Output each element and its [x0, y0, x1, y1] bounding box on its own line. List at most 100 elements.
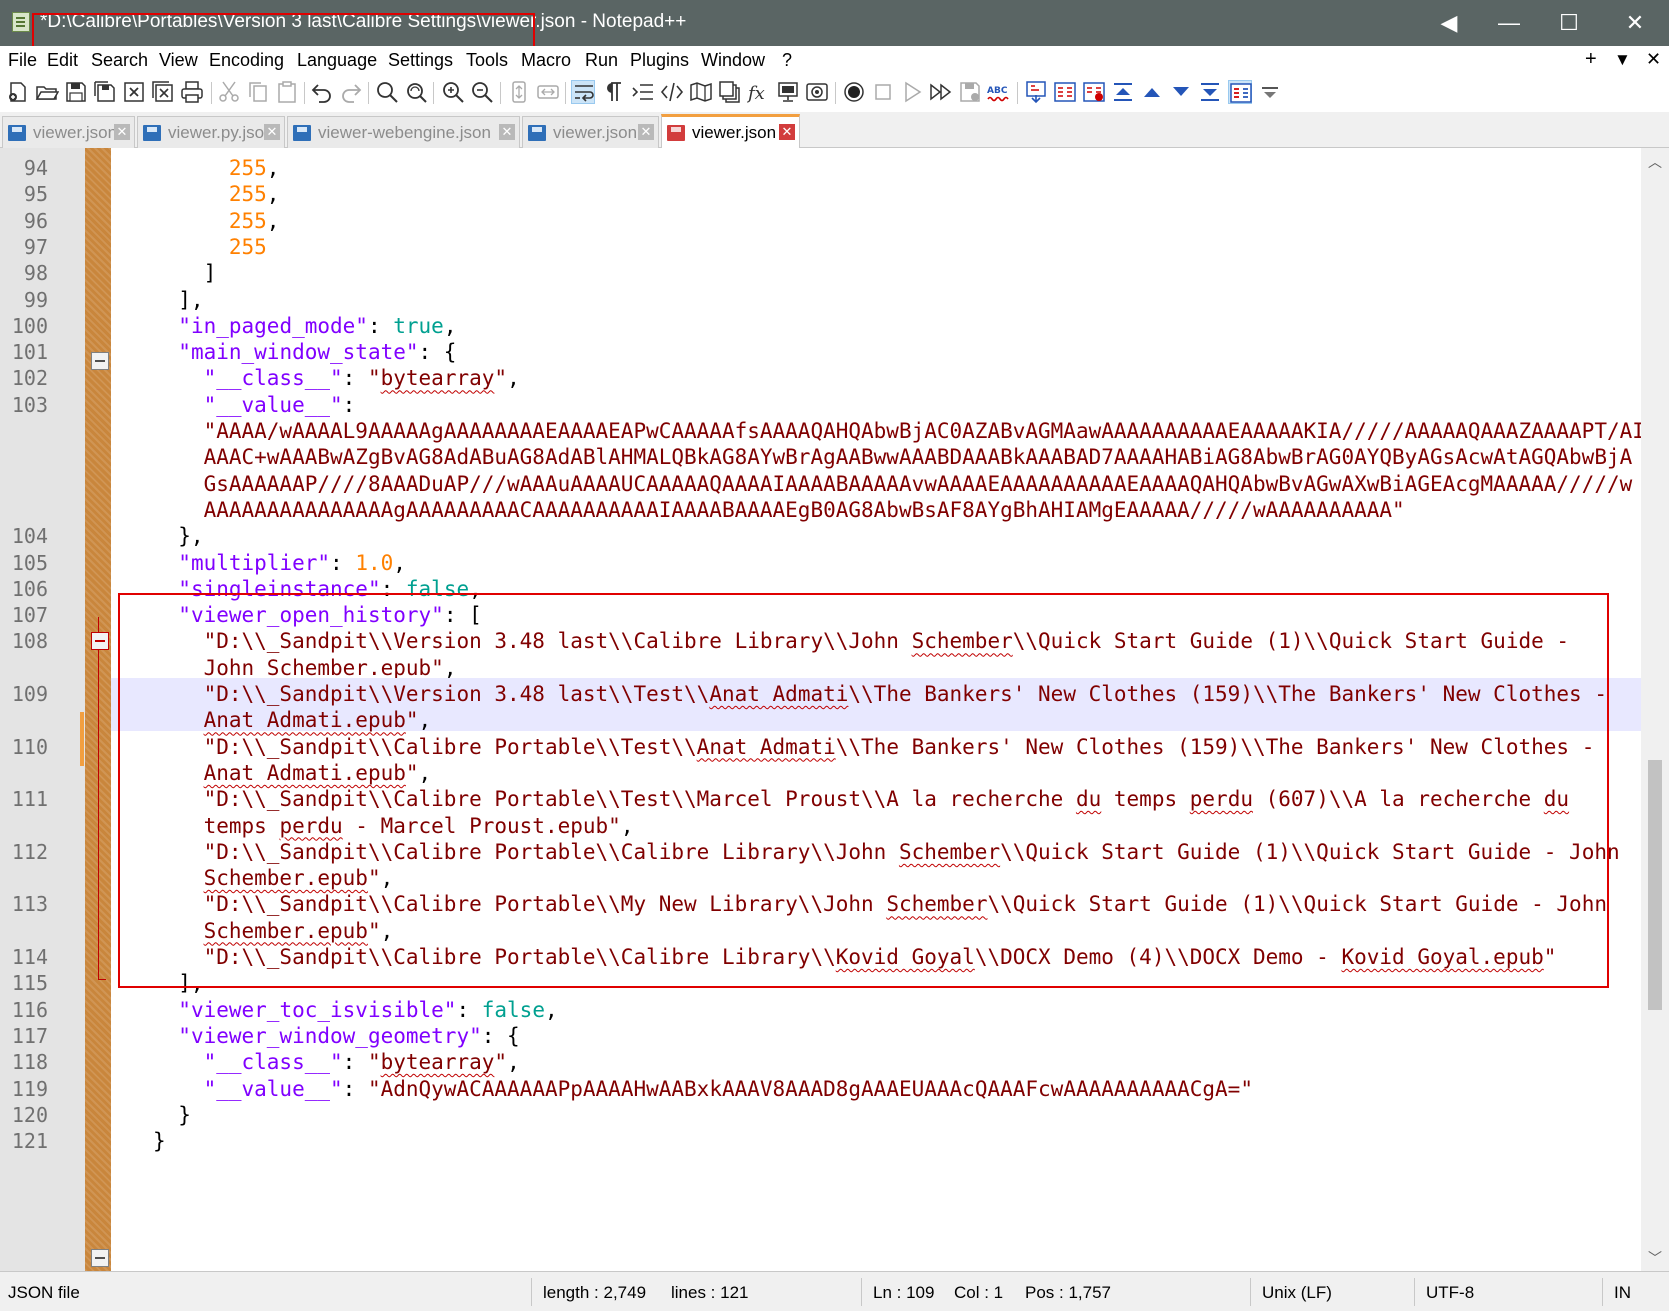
monitoring-icon[interactable] [805, 80, 829, 104]
tab-close-icon[interactable]: ✕ [264, 124, 280, 140]
code-line[interactable]: "multiplier": 1.0, [153, 549, 406, 577]
minimize-button[interactable]: — [1479, 0, 1539, 46]
fold-toggle-icon[interactable] [91, 632, 109, 650]
compare-icon[interactable] [1024, 80, 1048, 104]
menu-language[interactable]: Language [297, 50, 377, 71]
copy-icon[interactable] [246, 80, 270, 104]
new-tab-plus-icon[interactable]: + [1585, 48, 1597, 71]
zoom-out-icon[interactable] [470, 80, 494, 104]
tab-list-dropdown-icon[interactable]: ▼ [1614, 50, 1631, 70]
sync-vertical-icon[interactable] [507, 80, 531, 104]
tab-viewer-json-1[interactable]: viewer.json ✕ [2, 116, 135, 148]
compare-settings-icon[interactable] [1053, 80, 1077, 104]
code-line[interactable]: GsAAAAAAP////8AAADuAP///wAAAuAAAAUCAAAAA… [153, 470, 1633, 498]
tab-viewer-json-active[interactable]: viewer.json ✕ [661, 114, 800, 148]
menu-file[interactable]: File [8, 50, 37, 71]
zoom-in-icon[interactable] [441, 80, 465, 104]
code-line[interactable]: ], [153, 286, 203, 314]
code-line[interactable]: "__value__": [153, 391, 356, 419]
tab-close-icon[interactable]: ✕ [779, 124, 795, 140]
close-window-button[interactable]: ✕ [1605, 0, 1665, 46]
menu-search[interactable]: Search [91, 50, 148, 71]
fold-toggle-icon[interactable] [91, 1249, 109, 1267]
code-line[interactable]: } [153, 1101, 191, 1129]
menu-plugins[interactable]: Plugins [630, 50, 689, 71]
open-file-icon[interactable] [35, 80, 60, 104]
code-line[interactable]: "main_window_state": { [153, 338, 456, 366]
folder-workspace-icon[interactable] [776, 80, 800, 104]
stop-macro-icon[interactable] [871, 80, 895, 104]
notepadpp-app-icon[interactable] [12, 12, 30, 32]
scroll-up-icon[interactable]: ︿ [1641, 150, 1669, 174]
undo-icon[interactable] [310, 80, 334, 104]
maximize-button[interactable]: ☐ [1539, 0, 1599, 46]
tab-viewer-py-json[interactable]: viewer.py.json ✕ [137, 116, 285, 148]
code-line[interactable]: 255, [153, 180, 280, 208]
vertical-scrollbar[interactable]: ︿ ﹀ [1641, 148, 1669, 1271]
fold-margin[interactable] [85, 148, 111, 1271]
editor-pane[interactable]: 94 255, 95 255, 96 255, 97 255 98 ] 99 ], 100 … [0, 148, 1669, 1271]
cut-icon[interactable] [217, 80, 241, 104]
scrollbar-thumb[interactable] [1648, 760, 1662, 1010]
function-list-icon[interactable]: fx [746, 80, 771, 104]
menu-encoding[interactable]: Encoding [209, 50, 284, 71]
scroll-down-icon[interactable]: ﹀ [1641, 1246, 1669, 1270]
find-icon[interactable] [375, 80, 399, 104]
code-line[interactable]: ] [153, 259, 217, 287]
compare-clear-icon[interactable] [1082, 80, 1106, 104]
code-line[interactable]: AAAC+wAAABwAZgBvAG8AdABuAG8AdABlAHMALQBk… [153, 443, 1633, 471]
play-macro-icon[interactable] [900, 80, 924, 104]
menu-tools[interactable]: Tools [466, 50, 508, 71]
menu-run[interactable]: Run [585, 50, 618, 71]
sync-horizontal-icon[interactable] [536, 80, 560, 104]
udl-icon[interactable] [660, 80, 684, 104]
doc-list-icon[interactable] [718, 80, 742, 104]
replace-icon[interactable] [404, 80, 428, 104]
nav-bar-icon[interactable] [1228, 80, 1252, 104]
run-macro-multiple-icon[interactable] [929, 80, 953, 104]
code-line[interactable]: AAAAAAAAAAAAAAAgAAAAAAAAACAAAAAAAAAAIAAA… [153, 496, 1405, 524]
save-macro-icon[interactable] [958, 80, 982, 104]
code-line[interactable]: "__class__": "bytearray", [153, 1048, 520, 1076]
save-icon[interactable] [64, 80, 88, 104]
menu-macro[interactable]: Macro [521, 50, 571, 71]
code-line[interactable]: 255 [153, 233, 267, 261]
indent-guide-icon[interactable] [631, 80, 655, 104]
menu-view[interactable]: View [159, 50, 198, 71]
fold-toggle-icon[interactable] [91, 352, 109, 370]
close-tab-icon[interactable]: ✕ [1646, 49, 1661, 70]
status-eol-format[interactable]: Unix (LF) [1262, 1283, 1332, 1303]
code-line[interactable]: 255, [153, 154, 280, 182]
redo-icon[interactable] [339, 80, 363, 104]
menu-window[interactable]: Window [701, 50, 765, 71]
tab-viewer-json-2[interactable]: viewer.json ✕ [522, 116, 659, 148]
paste-icon[interactable] [275, 80, 299, 104]
more-dropdown-icon[interactable] [1258, 80, 1282, 104]
tab-close-icon[interactable]: ✕ [114, 124, 130, 140]
close-file-icon[interactable] [122, 80, 146, 104]
doc-map-icon[interactable] [689, 80, 713, 104]
save-all-icon[interactable] [93, 80, 117, 104]
menu-settings[interactable]: Settings [388, 50, 453, 71]
code-line[interactable]: } [153, 1127, 166, 1155]
show-all-chars-icon[interactable] [602, 80, 626, 104]
word-wrap-icon[interactable] [571, 80, 595, 104]
code-line[interactable]: "AAAA/wAAAAL9AAAAAgAAAAAAAAEAAAAEAPwCAAA… [153, 417, 1658, 445]
code-line[interactable]: "viewer_toc_isvisible": false, [153, 996, 557, 1024]
code-line[interactable]: }, [153, 522, 203, 550]
code-line[interactable]: "viewer_window_geometry": { [153, 1022, 519, 1050]
first-diff-icon[interactable] [1111, 80, 1135, 104]
print-icon[interactable] [180, 80, 204, 104]
code-line[interactable]: "__value__": "AdnQywACAAAAAAPpAAAAHwAABx… [153, 1075, 1253, 1103]
code-line[interactable]: "in_paged_mode": true, [153, 312, 456, 340]
tab-viewer-webengine-json[interactable]: viewer-webengine.json ✕ [287, 116, 520, 148]
record-macro-icon[interactable] [842, 80, 866, 104]
close-all-icon[interactable] [151, 80, 175, 104]
new-file-icon[interactable] [6, 80, 30, 104]
menu-help[interactable]: ? [782, 50, 792, 71]
scroll-left-icon[interactable]: ◀ [1419, 0, 1479, 46]
prev-diff-icon[interactable] [1140, 80, 1164, 104]
menu-edit[interactable]: Edit [47, 50, 78, 71]
status-insert-mode[interactable]: IN [1614, 1283, 1631, 1303]
tab-close-icon[interactable]: ✕ [499, 124, 515, 140]
